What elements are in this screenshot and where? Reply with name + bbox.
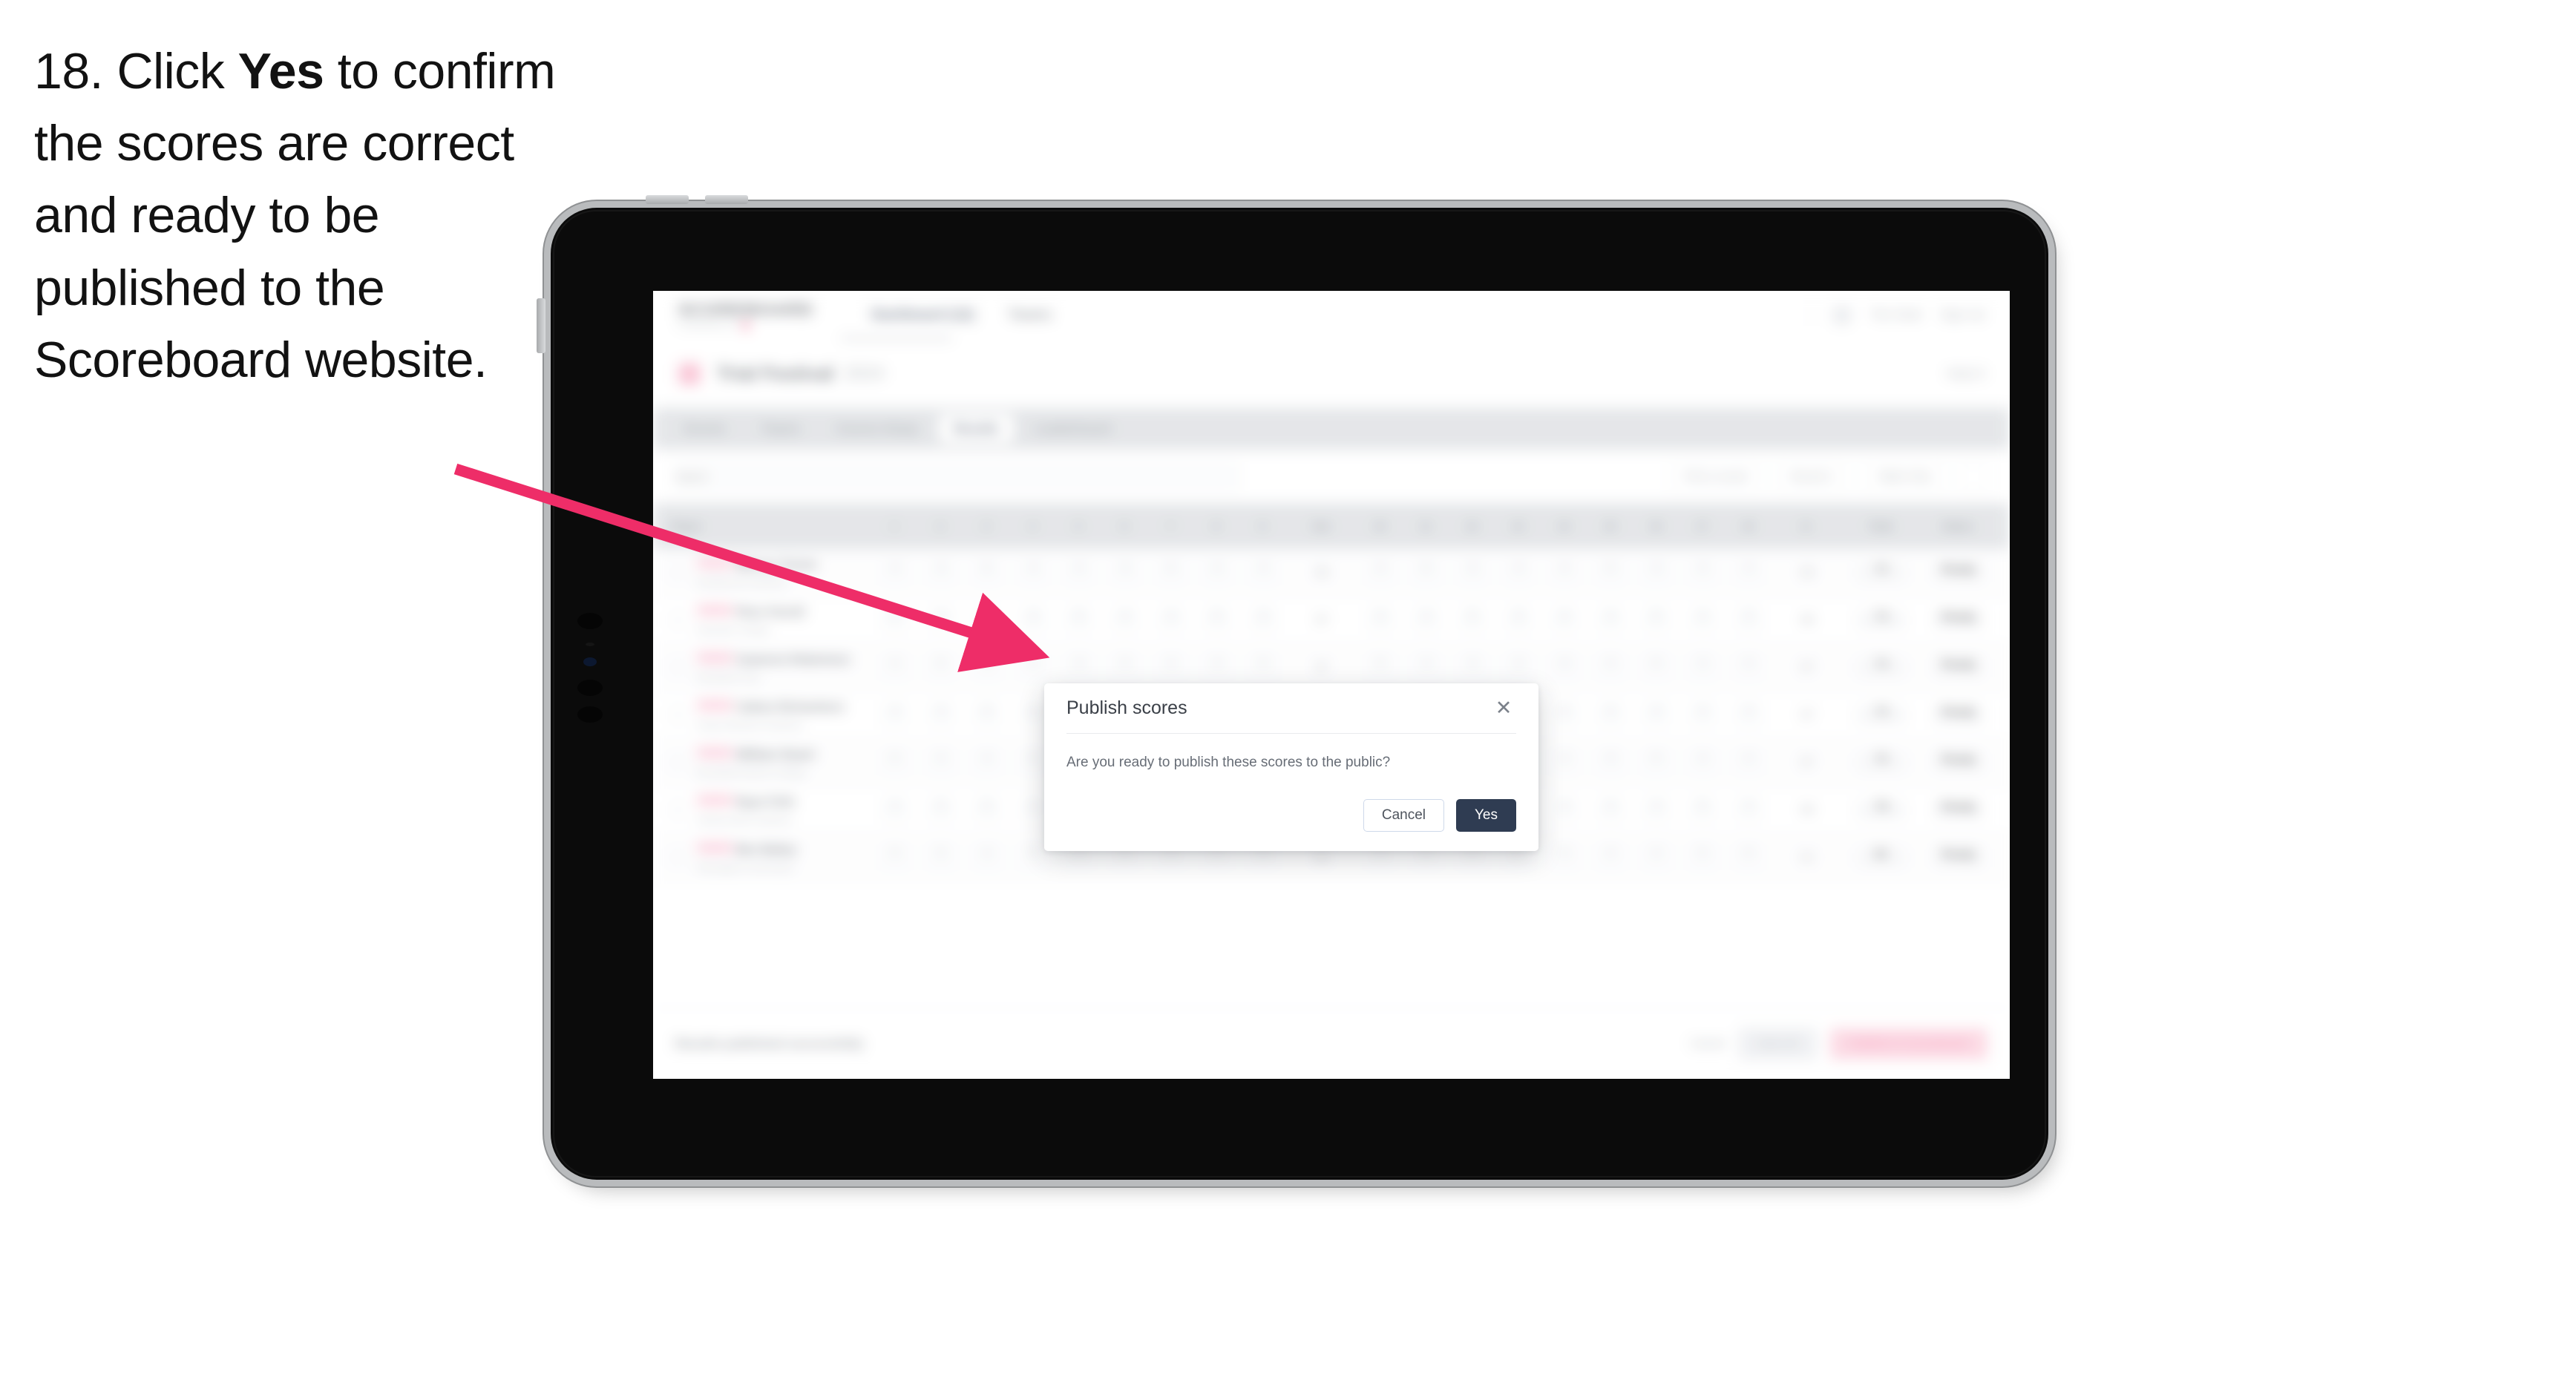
tablet-device-frame: SCOREBOARD POWERED BY Dashboard (12) Tea… bbox=[537, 195, 2048, 1180]
dialog-message: Are you ready to publish these scores to… bbox=[1066, 755, 1391, 770]
volume-down-button[interactable] bbox=[705, 195, 748, 204]
cancel-button[interactable]: Cancel bbox=[1363, 799, 1444, 832]
screenshot-root: 18. Click Yes to confirm the scores are … bbox=[0, 0, 2576, 1386]
power-button[interactable] bbox=[537, 298, 545, 353]
proximity-sensor-icon bbox=[577, 680, 603, 696]
camera-lens-icon bbox=[583, 657, 597, 666]
instruction-caption: 18. Click Yes to confirm the scores are … bbox=[34, 36, 598, 396]
step-number: 18. bbox=[34, 43, 104, 99]
dialog-actions: Cancel Yes bbox=[1363, 799, 1516, 832]
front-camera-icon bbox=[577, 613, 603, 629]
microphone-icon bbox=[577, 706, 603, 723]
caption-emphasis: Yes bbox=[237, 43, 324, 99]
tablet-screen: SCOREBOARD POWERED BY Dashboard (12) Tea… bbox=[653, 291, 2010, 1079]
volume-up-button[interactable] bbox=[646, 195, 689, 204]
dialog-header: Publish scores ✕ bbox=[1066, 683, 1516, 734]
close-icon[interactable]: ✕ bbox=[1491, 696, 1516, 721]
caption-text-before: Click bbox=[117, 43, 238, 99]
yes-button[interactable]: Yes bbox=[1456, 799, 1516, 832]
publish-scores-dialog: Publish scores ✕ Are you ready to publis… bbox=[1044, 683, 1538, 851]
dialog-title: Publish scores bbox=[1066, 697, 1187, 718]
ambient-sensor-icon bbox=[586, 643, 594, 646]
